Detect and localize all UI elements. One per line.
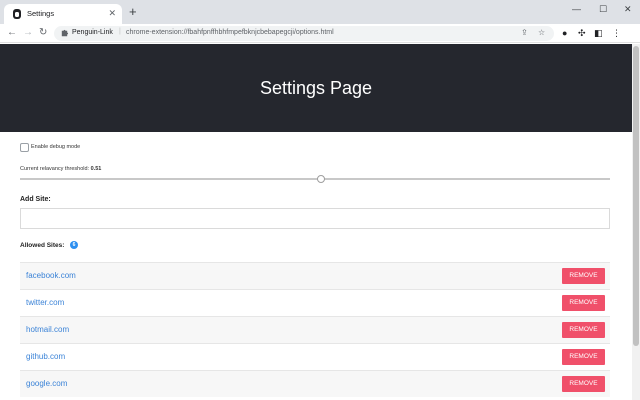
remove-button[interactable]: REMOVE — [562, 349, 605, 365]
threshold-text: Current relavancy threshold: 0.51 — [20, 166, 101, 172]
kebab-menu-icon[interactable]: ⋮ — [612, 27, 621, 39]
scrollbar-thumb[interactable] — [633, 46, 639, 346]
sidepanel-icon[interactable]: ◧ — [594, 27, 603, 39]
slider-thumb[interactable] — [317, 175, 325, 183]
page-header: Settings Page — [0, 44, 632, 132]
allowed-sites-count-badge: 6 — [70, 241, 78, 249]
threshold-slider[interactable] — [20, 175, 610, 183]
minimize-icon[interactable]: — — [572, 4, 581, 14]
add-site-label: Add Site: — [20, 196, 51, 203]
site-link[interactable]: twitter.com — [26, 298, 64, 307]
list-item: google.com REMOVE — [20, 370, 610, 397]
extension-name: Penguin-Link — [72, 28, 113, 36]
add-site-input[interactable] — [20, 208, 610, 229]
remove-button[interactable]: REMOVE — [562, 295, 605, 311]
tab-close-icon[interactable]: ✕ — [108, 7, 116, 19]
list-item: github.com REMOVE — [20, 343, 610, 370]
new-tab-button[interactable]: + — [129, 5, 137, 18]
remove-button[interactable]: REMOVE — [562, 376, 605, 392]
list-item: twitter.com REMOVE — [20, 289, 610, 316]
remove-button[interactable]: REMOVE — [562, 268, 605, 284]
penguin-icon — [13, 9, 21, 19]
browser-toolbar: ← → ↻ Penguin-Link | chrome-extension://… — [0, 24, 640, 43]
page-viewport: Settings Page Enable debug mode Current … — [0, 44, 632, 400]
star-icon[interactable]: ☆ — [538, 28, 545, 38]
forward-arrow-icon[interactable]: → — [23, 27, 33, 39]
debug-mode-label: Enable debug mode — [31, 144, 81, 150]
puzzle-icon[interactable]: ✣ — [578, 27, 586, 39]
site-link[interactable]: github.com — [26, 352, 65, 361]
puzzle-icon — [61, 29, 69, 37]
page-title: Settings Page — [259, 78, 373, 98]
threshold-value: 0.51 — [90, 166, 102, 172]
site-link[interactable]: facebook.com — [26, 271, 76, 280]
window-close-icon[interactable]: ✕ — [624, 4, 632, 14]
page-scrollbar[interactable] — [632, 44, 640, 400]
profile-icon[interactable]: ● — [562, 27, 567, 39]
back-arrow-icon[interactable]: ← — [7, 27, 17, 39]
threshold-label: Current relavancy threshold: — [20, 166, 90, 172]
remove-button[interactable]: REMOVE — [562, 322, 605, 338]
slider-track[interactable] — [20, 178, 610, 180]
share-icon[interactable]: ⇪ — [521, 28, 528, 38]
site-link[interactable]: google.com — [26, 379, 67, 388]
debug-mode-checkbox[interactable] — [20, 143, 29, 152]
tab-settings[interactable]: Settings ✕ — [4, 4, 122, 24]
address-bar[interactable]: Penguin-Link | chrome-extension://fbahfp… — [54, 26, 554, 41]
omnibox-separator: | — [119, 28, 121, 35]
tab-strip: Settings ✕ + — ☐ ✕ — [0, 0, 640, 24]
maximize-icon[interactable]: ☐ — [599, 4, 607, 14]
allowed-sites-label: Allowed Sites: — [20, 242, 65, 249]
list-item: hotmail.com REMOVE — [20, 316, 610, 343]
site-link[interactable]: hotmail.com — [26, 325, 69, 334]
url-text[interactable]: chrome-extension://fbahfpnffhbhfmpefbknj… — [126, 29, 334, 36]
reload-icon[interactable]: ↻ — [39, 27, 47, 39]
list-item: facebook.com REMOVE — [20, 262, 610, 289]
tab-title: Settings — [27, 9, 55, 18]
